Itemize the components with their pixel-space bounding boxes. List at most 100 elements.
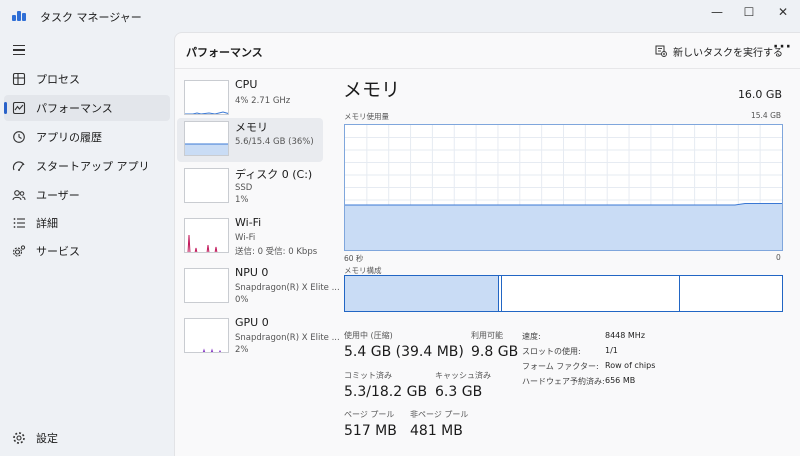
form-factor-key: フォーム ファクター: <box>522 362 599 371</box>
graph-time-right: 0 <box>776 253 781 262</box>
in-use-value: 5.4 GB (39.4 MB) <box>344 344 464 360</box>
memory-composition-bar <box>344 275 783 312</box>
page-title: パフォーマンス <box>186 46 263 59</box>
title-bar: タスク マネージャー — ☐ ✕ <box>0 0 800 32</box>
usage-graph-label: メモリ使用量 <box>344 112 389 121</box>
cached-label: キャッシュ済み <box>435 371 491 380</box>
speed-value: 8448 MHz <box>605 331 646 340</box>
sidebar-item-label: パフォーマンス <box>36 102 113 115</box>
composition-in-use <box>345 276 499 311</box>
hamburger-menu-icon[interactable] <box>8 40 30 60</box>
device-detail: Snapdragon(R) X Elite ... <box>235 283 340 293</box>
device-wifi[interactable]: Wi-Fi Wi-Fi 送信: 0 受信: 0 Kbps <box>177 215 323 259</box>
sidebar-item-processes[interactable]: プロセス <box>4 66 170 92</box>
slots-value: 1/1 <box>605 346 618 355</box>
task-manager-app-icon <box>12 11 26 21</box>
sidebar-item-settings[interactable]: 設定 <box>4 425 170 451</box>
minimize-button[interactable]: — <box>700 0 734 24</box>
slots-key: スロットの使用: <box>522 347 581 356</box>
device-gpu[interactable]: GPU 0 Snapdragon(R) X Elite ... 2% <box>177 315 340 359</box>
device-disk[interactable]: ディスク 0 (C:) SSD 1% <box>177 165 323 209</box>
device-detail: 送信: 0 受信: 0 Kbps <box>235 247 318 257</box>
panel-header: パフォーマンス 新しいタスクを実行する ··· <box>175 33 800 69</box>
details-icon <box>12 216 26 230</box>
sidebar-item-app-history[interactable]: アプリの履歴 <box>4 124 170 150</box>
usage-graph-max: 15.4 GB <box>751 111 782 120</box>
nonpaged-pool-label: 非ページ プール <box>410 410 469 419</box>
memory-usage-chart <box>345 125 782 250</box>
memory-usage-graph <box>344 124 783 251</box>
npu-thumbnail <box>184 268 229 303</box>
memory-thumbnail <box>184 121 229 156</box>
paged-pool-label: ページ プール <box>344 410 395 419</box>
memory-usage-area <box>345 203 782 250</box>
sidebar-item-label: プロセス <box>36 73 80 86</box>
run-task-icon <box>655 45 667 57</box>
available-label: 利用可能 <box>471 331 503 340</box>
hardware-reserved-value: 656 MB <box>605 376 636 385</box>
gpu-thumbnail <box>184 318 229 353</box>
sidebar-item-details[interactable]: 詳細 <box>4 210 170 236</box>
device-detail: Snapdragon(R) X Elite ... <box>235 333 340 343</box>
device-name: Wi-Fi <box>235 216 262 229</box>
gear-icon <box>12 431 26 445</box>
disk-thumbnail <box>184 168 229 203</box>
device-detail: 5.6/15.4 GB (36%) <box>235 137 314 147</box>
device-detail: 1% <box>235 195 249 205</box>
device-npu[interactable]: NPU 0 Snapdragon(R) X Elite ... 0% <box>177 265 340 309</box>
sidebar-item-label: サービス <box>36 245 80 258</box>
window-title: タスク マネージャー <box>40 11 142 24</box>
composition-modified <box>501 276 503 311</box>
performance-icon <box>12 101 26 115</box>
sidebar-item-startup-apps[interactable]: スタートアップ アプリ <box>4 153 170 179</box>
performance-panel: パフォーマンス 新しいタスクを実行する ··· CPU 4% 2.71 GHz … <box>174 32 800 456</box>
sidebar-item-label: 詳細 <box>36 217 58 230</box>
sidebar-item-performance[interactable]: パフォーマンス <box>4 95 170 121</box>
available-value: 9.8 GB <box>471 344 519 360</box>
device-name: GPU 0 <box>235 316 269 329</box>
sidebar-item-services[interactable]: サービス <box>4 238 170 264</box>
services-icon <box>12 244 26 258</box>
memory-title: メモリ <box>343 79 401 101</box>
hardware-reserved-key: ハードウェア予約済み: <box>522 377 605 386</box>
device-detail: 2% <box>235 345 249 355</box>
device-name: CPU <box>235 78 258 91</box>
cpu-thumbnail <box>184 80 229 115</box>
device-detail: 0% <box>235 295 249 305</box>
device-name: NPU 0 <box>235 266 269 279</box>
sidebar-item-label: 設定 <box>36 432 58 445</box>
startup-icon <box>12 159 26 173</box>
run-new-task-button[interactable]: 新しいタスクを実行する <box>655 42 783 60</box>
form-factor-value: Row of chips <box>605 361 656 370</box>
composition-standby-divider <box>679 276 680 311</box>
device-cpu[interactable]: CPU 4% 2.71 GHz <box>177 77 323 121</box>
committed-value: 5.3/18.2 GB <box>344 384 428 400</box>
close-button[interactable]: ✕ <box>766 0 800 24</box>
nonpaged-pool-value: 481 MB <box>410 423 463 439</box>
maximize-button[interactable]: ☐ <box>732 0 766 24</box>
sidebar-item-label: ユーザー <box>36 189 80 202</box>
device-name: メモリ <box>235 121 268 134</box>
app-history-icon <box>12 130 26 144</box>
committed-label: コミット済み <box>344 371 392 380</box>
more-options-button[interactable]: ··· <box>773 39 792 55</box>
in-use-label: 使用中 (圧縮) <box>344 331 393 340</box>
processes-icon <box>12 72 26 86</box>
sidebar-item-users[interactable]: ユーザー <box>4 182 170 208</box>
device-detail: SSD <box>235 183 253 193</box>
device-detail: Wi-Fi <box>235 233 256 243</box>
sidebar-item-label: スタートアップ アプリ <box>36 160 150 173</box>
wifi-thumbnail <box>184 218 229 253</box>
device-name: ディスク 0 (C:) <box>235 168 313 181</box>
users-icon <box>12 188 26 202</box>
memory-total: 16.0 GB <box>737 88 782 101</box>
cached-value: 6.3 GB <box>435 384 483 400</box>
run-task-label: 新しいタスクを実行する <box>673 47 783 59</box>
paged-pool-value: 517 MB <box>344 423 397 439</box>
graph-time-left: 60 秒 <box>344 254 364 263</box>
device-detail: 4% 2.71 GHz <box>235 96 291 106</box>
sidebar: プロセス パフォーマンス アプリの履歴 スタートアップ アプリ ユーザー 詳細 <box>0 32 174 456</box>
sidebar-item-label: アプリの履歴 <box>36 131 102 144</box>
device-memory[interactable]: メモリ 5.6/15.4 GB (36%) <box>177 118 323 162</box>
speed-key: 速度: <box>522 332 541 341</box>
